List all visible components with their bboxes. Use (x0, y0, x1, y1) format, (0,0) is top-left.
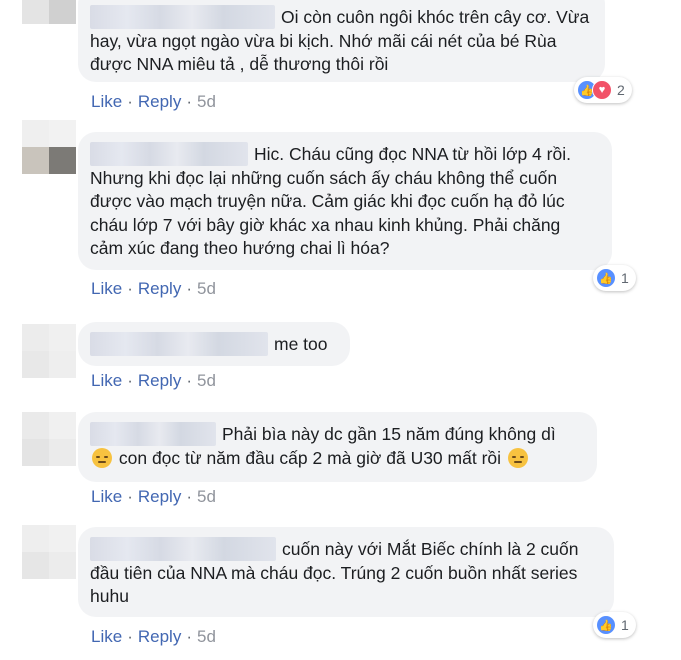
comment-text-line2: con đọc từ năm đầu cấp 2 mà giờ đã U30 m… (118, 447, 502, 468)
reaction-count: 1 (621, 270, 629, 286)
avatar[interactable] (22, 412, 76, 466)
reaction-summary[interactable]: 👍 1 (593, 612, 636, 638)
comment-timestamp[interactable]: 5d (197, 92, 216, 111)
like-link[interactable]: Like (91, 487, 122, 506)
commenter-name[interactable] (90, 537, 276, 561)
like-icon: 👍 (596, 615, 616, 635)
comment-actions: Like · Reply · 5d (91, 371, 216, 390)
reply-link[interactable]: Reply (138, 627, 181, 646)
disappointed-face-icon (92, 447, 112, 468)
like-link[interactable]: Like (91, 92, 122, 111)
comment-text: me too (274, 334, 328, 354)
commenter-name[interactable] (90, 5, 275, 29)
avatar[interactable] (22, 525, 76, 579)
comment-bubble: me too (78, 322, 350, 366)
commenter-name[interactable] (90, 332, 268, 356)
reaction-count: 1 (621, 617, 629, 633)
avatar[interactable] (22, 324, 76, 378)
comment-actions: Like · Reply · 5d (91, 92, 216, 111)
comment-bubble: Oi còn cuôn ngôi khóc trên cây cơ. Vừa h… (78, 0, 605, 82)
reply-link[interactable]: Reply (138, 92, 181, 111)
like-link[interactable]: Like (91, 279, 122, 298)
avatar[interactable] (22, 0, 76, 24)
comment-timestamp[interactable]: 5d (197, 279, 216, 298)
comment-actions: Like · Reply · 5d (91, 279, 216, 298)
love-icon: ♥ (592, 80, 612, 100)
comment-bubble: Phải bìa này dc gần 15 năm đúng không dì… (78, 412, 597, 482)
commenter-name[interactable] (90, 422, 216, 446)
comment-bubble: Hic. Cháu cũng đọc NNA từ hồi lớp 4 rồi.… (78, 132, 612, 270)
comment-text-line1: Phải bìa này dc gần 15 năm đúng không dì (222, 424, 556, 444)
reaction-summary[interactable]: 👍 1 (593, 265, 636, 291)
like-icon: 👍 (596, 268, 616, 288)
reaction-summary[interactable]: 👍 ♥ 2 (574, 77, 632, 103)
avatar[interactable] (22, 120, 76, 174)
comment-timestamp[interactable]: 5d (197, 371, 216, 390)
commenter-name[interactable] (90, 142, 248, 166)
comment-timestamp[interactable]: 5d (197, 487, 216, 506)
disappointed-face-icon (507, 447, 528, 468)
comment-actions: Like · Reply · 5d (91, 627, 216, 646)
like-link[interactable]: Like (91, 627, 122, 646)
reaction-count: 2 (617, 82, 625, 98)
reply-link[interactable]: Reply (138, 487, 181, 506)
comment-bubble: cuốn này với Mắt Biếc chính là 2 cuốn đầ… (78, 527, 614, 617)
comment-actions: Like · Reply · 5d (91, 487, 216, 506)
reply-link[interactable]: Reply (138, 371, 181, 390)
reply-link[interactable]: Reply (138, 279, 181, 298)
like-link[interactable]: Like (91, 371, 122, 390)
comment-timestamp[interactable]: 5d (197, 627, 216, 646)
